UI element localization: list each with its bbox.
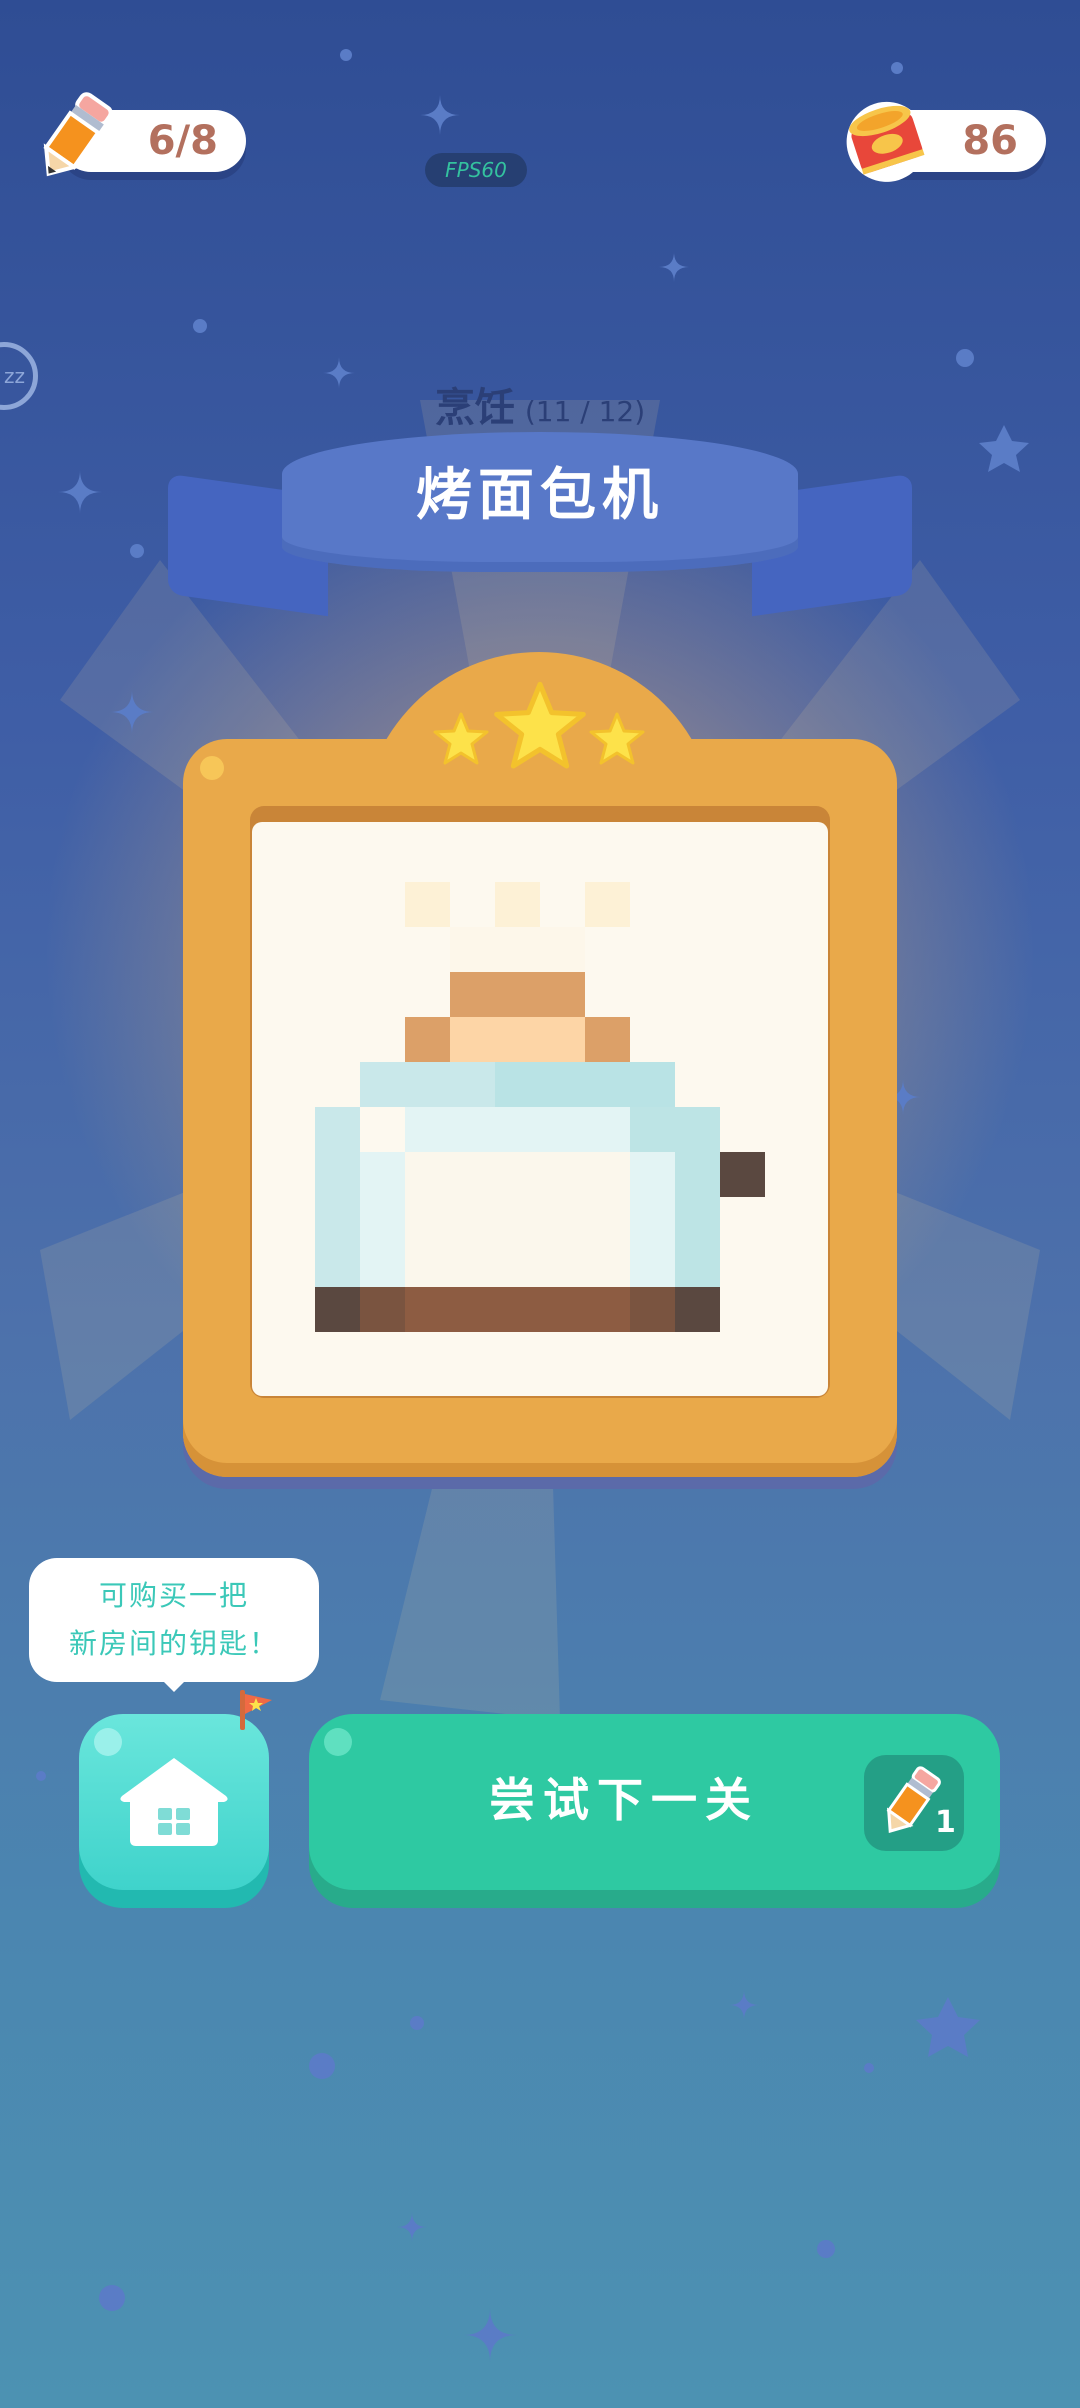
home-button-highlight bbox=[94, 1728, 122, 1756]
next-cost-count: 1 bbox=[935, 1805, 956, 1840]
tooltip-arrow bbox=[160, 1678, 188, 1692]
next-button-highlight bbox=[324, 1728, 352, 1756]
level-title: 烤面包机 bbox=[416, 463, 664, 528]
coin-count-label: 86 bbox=[962, 118, 1018, 164]
tooltip-line-1: 可购买一把 bbox=[98, 1579, 249, 1612]
category-name: 烹饪 bbox=[434, 385, 515, 431]
level-category: 烹饪 (11 / 12) bbox=[0, 375, 1080, 433]
pencil-icon bbox=[43, 92, 113, 177]
next-button-label: 尝试下一关 bbox=[489, 1773, 759, 1827]
flag-icon bbox=[240, 1690, 272, 1730]
star-icon bbox=[494, 681, 586, 769]
pixel-art-canvas bbox=[252, 822, 828, 1396]
key-tooltip: 可购买一把 新房间的钥匙！ bbox=[29, 1558, 319, 1682]
category-progress: (11 / 12) bbox=[524, 395, 646, 428]
star-icon bbox=[433, 712, 489, 765]
tooltip-line-2: 新房间的钥匙！ bbox=[68, 1627, 279, 1660]
pencil-count-label: 6/8 bbox=[147, 118, 218, 164]
toaster-pixel-art bbox=[315, 882, 765, 1332]
tin-can-icon bbox=[846, 101, 927, 182]
house-icon bbox=[120, 1758, 228, 1846]
star-icon bbox=[589, 712, 645, 765]
frame-dot bbox=[200, 756, 224, 780]
fps-indicator: FPS60 bbox=[425, 153, 527, 187]
